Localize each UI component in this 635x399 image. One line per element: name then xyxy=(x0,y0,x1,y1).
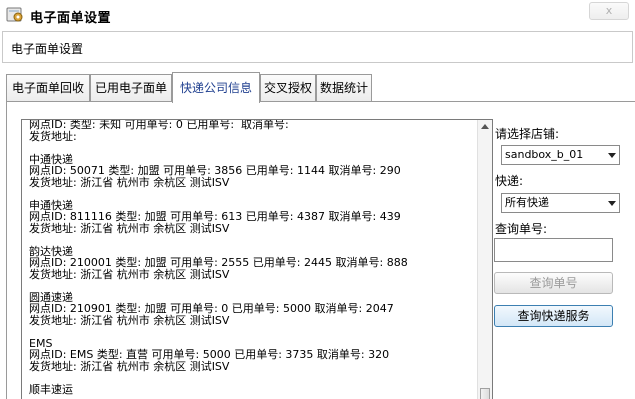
info-line: 顺丰速运 xyxy=(29,382,73,396)
store-select-value: sandbox_b_01 xyxy=(505,148,584,161)
info-line: 网点ID: 50071 类型: 加盟 可用单号: 3856 已用单号: 1144… xyxy=(29,164,401,177)
scroll-thumb[interactable] xyxy=(480,388,490,399)
query-number-button[interactable]: 查询单号 xyxy=(494,272,613,294)
window-title: 电子面单设置 xyxy=(30,11,112,26)
info-line: 网点ID: 类型: 未知 可用单号: 0 已用单号: 取消单号: xyxy=(29,119,289,131)
tab-courier-info[interactable]: 快递公司信息 xyxy=(172,72,260,103)
close-button[interactable]: x xyxy=(589,2,629,20)
info-line xyxy=(29,142,408,154)
courier-info-text: 网点ID: 类型: 未知 可用单号: 0 已用单号: 取消单号: 发货地址: 中通快… xyxy=(29,119,408,396)
app-settings-icon xyxy=(6,7,23,22)
info-line xyxy=(29,372,408,384)
express-label: 快递: xyxy=(495,174,524,188)
info-line xyxy=(29,280,408,292)
info-line: 网点ID: 210901 类型: 加盟 可用单号: 0 已用单号: 5000 取… xyxy=(29,302,394,315)
courier-info-textarea[interactable]: 网点ID: 类型: 未知 可用单号: 0 已用单号: 取消单号: 发货地址: 中通快… xyxy=(21,119,493,399)
info-line: 发货地址: 浙江省 杭州市 余杭区 测试ISV xyxy=(29,221,230,235)
info-line: 发货地址: 浙江省 杭州市 余杭区 测试ISV xyxy=(29,359,230,373)
info-line xyxy=(29,188,408,200)
info-line: 网点ID: EMS 类型: 直营 可用单号: 5000 已用单号: 3735 取… xyxy=(29,348,390,361)
tab-waybill-recycle[interactable]: 电子面单回收 xyxy=(6,74,90,102)
info-line: 发货地址: 浙江省 杭州市 余杭区 测试ISV xyxy=(29,313,230,327)
tracking-number-input[interactable] xyxy=(494,238,613,262)
info-line xyxy=(29,326,408,338)
query-label: 查询单号: xyxy=(495,222,548,236)
store-label: 请选择店铺: xyxy=(495,127,560,141)
info-line xyxy=(29,234,408,246)
title-bar: 电子面单设置 x xyxy=(0,0,635,30)
chevron-down-icon xyxy=(608,201,616,206)
info-line: 发货地址: 浙江省 杭州市 余杭区 测试ISV xyxy=(29,267,230,281)
tab-used-waybills[interactable]: 已用电子面单 xyxy=(90,74,172,102)
express-select-value: 所有快递 xyxy=(505,196,549,209)
page-header: 电子面单设置 xyxy=(2,31,633,63)
tab-statistics[interactable]: 数据统计 xyxy=(316,74,372,102)
info-line: 发货地址: xyxy=(29,129,77,143)
close-icon: x xyxy=(605,4,613,17)
vertical-scrollbar[interactable] xyxy=(477,120,492,399)
tab-cross-authorization[interactable]: 交叉授权 xyxy=(260,74,316,102)
page-title: 电子面单设置 xyxy=(11,42,84,56)
info-line: 发货地址: 浙江省 杭州市 余杭区 测试ISV xyxy=(29,175,230,189)
store-select[interactable]: sandbox_b_01 xyxy=(501,145,620,165)
chevron-down-icon xyxy=(608,153,616,158)
scroll-up-icon[interactable] xyxy=(481,124,489,129)
query-express-service-button[interactable]: 查询快递服务 xyxy=(494,305,613,327)
info-line: 网点ID: 210001 类型: 加盟 可用单号: 2555 已用单号: 244… xyxy=(29,256,408,269)
tab-bar: 电子面单回收 已用电子面单 快递公司信息 交叉授权 数据统计 xyxy=(6,72,626,103)
express-select[interactable]: 所有快递 xyxy=(501,193,620,213)
info-line: 网点ID: 811116 类型: 加盟 可用单号: 613 已用单号: 4387… xyxy=(29,210,401,223)
